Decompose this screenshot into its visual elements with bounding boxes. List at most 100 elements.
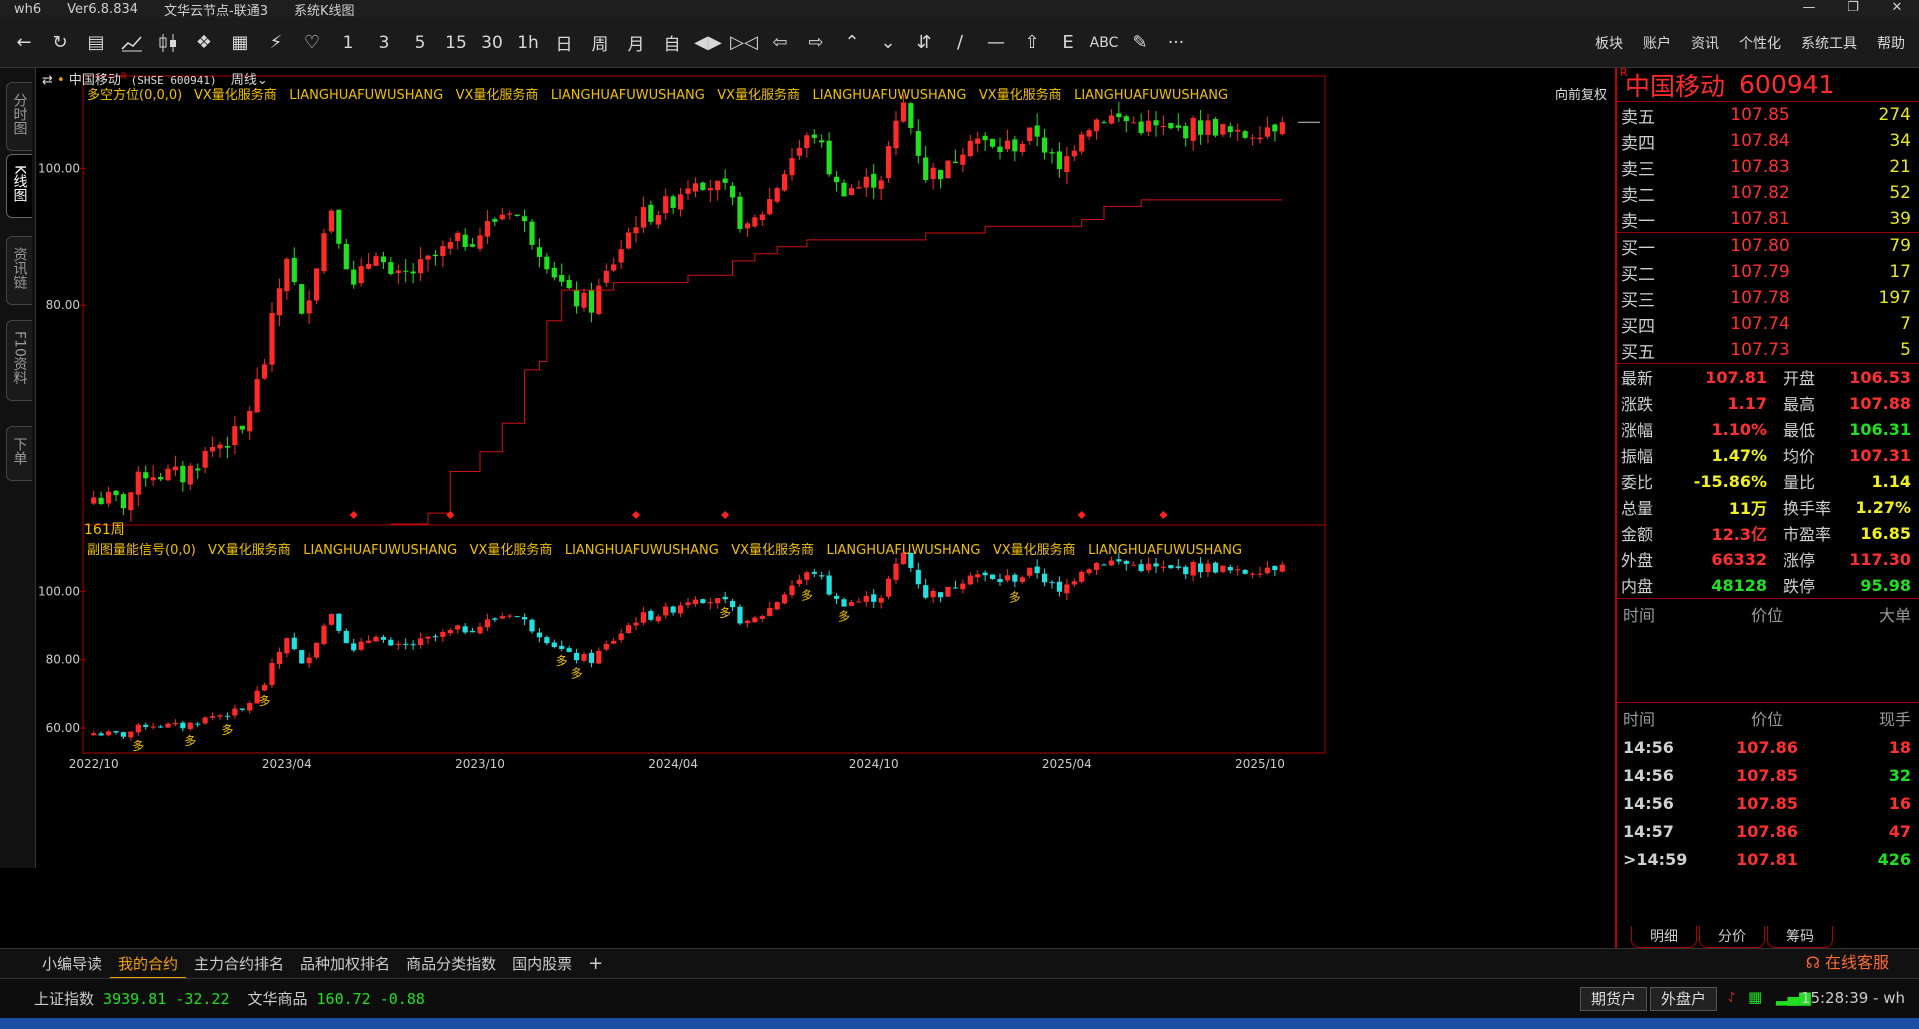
add-tab-button[interactable]: +: [580, 949, 611, 979]
candle-icon[interactable]: [150, 23, 186, 63]
period-month[interactable]: 月: [618, 23, 654, 63]
sub-indicator-name[interactable]: 副图量能信号(0,0): [87, 539, 196, 558]
menu-tools[interactable]: 系统工具: [1801, 33, 1857, 53]
draw-line-icon[interactable]: ∕: [942, 23, 978, 63]
period-day[interactable]: 日: [546, 23, 582, 63]
menu-news[interactable]: 资讯: [1691, 33, 1719, 53]
main-candle-body: [209, 446, 216, 452]
period-15[interactable]: 15: [438, 23, 474, 63]
up-arrows-icon[interactable]: ⌃: [834, 23, 870, 63]
indicator-icon[interactable]: ❖: [186, 23, 222, 63]
period-5[interactable]: 5: [402, 23, 438, 63]
main-watermark: VX量化服务商 LIANGHUAFUWUSHANG VX量化服务商 LIANGH…: [194, 88, 1229, 103]
sub-candle-body: [529, 619, 535, 632]
crosshair-icon[interactable]: ⇵: [906, 23, 942, 63]
main-candle-body: [514, 214, 520, 216]
period-1h[interactable]: 1h: [510, 23, 546, 63]
tab-main-ranking[interactable]: 主力合约排名: [186, 949, 292, 979]
abc-button[interactable]: ABC: [1086, 23, 1122, 63]
tab-order[interactable]: 下单: [6, 426, 32, 481]
zoom-in-icon[interactable]: ◀▶: [690, 23, 726, 63]
f10-icon[interactable]: ▦: [222, 23, 258, 63]
main-candle-body: [960, 154, 966, 165]
ask-row-3[interactable]: 卖三 107.83 21: [1617, 154, 1919, 180]
lightning-icon[interactable]: ⚡: [258, 23, 294, 63]
sub-candle-body: [1086, 569, 1092, 574]
list-icon[interactable]: ▤: [78, 23, 114, 63]
tab-my-contracts[interactable]: 我的合约: [110, 949, 187, 979]
kline-chart[interactable]: 100.00 80.00 100.00 80.00 60.00 2022/10 2023/0…: [36, 68, 1615, 948]
menu-account[interactable]: 账户: [1643, 33, 1671, 53]
index-ticker-1[interactable]: 上证指数 3939.81 -32.22: [34, 988, 229, 1009]
bid-row-1[interactable]: 买一 107.80 79: [1617, 233, 1919, 259]
tick-row[interactable]: 14:56 107.85 32: [1617, 761, 1919, 789]
index-ticker-2[interactable]: 文华商品 160.72 -0.88: [247, 988, 424, 1009]
sub-candle-body: [767, 608, 773, 616]
tab-price-split[interactable]: 分价: [1699, 926, 1765, 948]
futures-account-button[interactable]: 期货户: [1580, 987, 1648, 1011]
period-1[interactable]: 1: [330, 23, 366, 63]
tick-row[interactable]: >14:59 107.81 426: [1617, 845, 1919, 873]
main-candle-body: [781, 174, 788, 191]
sub-candle-body: [722, 596, 728, 600]
tick-t: >14:59: [1623, 849, 1688, 869]
tab-kline[interactable]: K线图: [6, 154, 32, 219]
refresh-icon[interactable]: ↻: [42, 23, 78, 63]
menu-sector[interactable]: 板块: [1595, 33, 1623, 53]
bid-row-3[interactable]: 买三 107.78 197: [1617, 285, 1919, 311]
ask-row-1[interactable]: 卖一 107.81 39: [1617, 206, 1919, 232]
swap-icon[interactable]: ⇄: [42, 73, 53, 88]
overseas-account-button[interactable]: 外盘户: [1650, 987, 1718, 1011]
bell-icon[interactable]: ♡: [294, 23, 330, 63]
tab-f10[interactable]: F10资料: [6, 320, 32, 401]
period-week[interactable]: 周: [582, 23, 618, 63]
tab-chips[interactable]: 筹码: [1767, 926, 1833, 948]
bid-row-1-label: 买一: [1621, 238, 1655, 259]
menu-help[interactable]: 帮助: [1877, 33, 1905, 53]
eraser-icon[interactable]: ✎: [1122, 23, 1158, 63]
restore-button[interactable]: ❐: [1831, 0, 1875, 18]
tick-row[interactable]: 14:56 107.85 16: [1617, 789, 1919, 817]
more-button[interactable]: ···: [1158, 23, 1194, 63]
tick-row[interactable]: 14:56 107.86 18: [1617, 733, 1919, 761]
adjust-mode[interactable]: 向前复权: [1555, 84, 1607, 103]
bid-row-4[interactable]: 买四 107.74 7: [1617, 311, 1919, 337]
menu-personalize[interactable]: 个性化: [1739, 33, 1781, 53]
hline-icon[interactable]: —: [978, 23, 1014, 63]
sub-candle-body: [663, 606, 669, 616]
support-link[interactable]: ☊ 在线客服: [1806, 948, 1889, 978]
sub-candle-body: [157, 726, 164, 728]
main-candle-body: [1212, 118, 1219, 136]
back-icon[interactable]: ←: [6, 23, 42, 63]
ask-row-4[interactable]: 卖四 107.84 34: [1617, 128, 1919, 154]
home-icon[interactable]: ⇧: [1014, 23, 1050, 63]
bid-row-5[interactable]: 买五 107.73 5: [1617, 337, 1919, 363]
down-arrows-icon[interactable]: ⌄: [870, 23, 906, 63]
e-icon[interactable]: E: [1050, 23, 1086, 63]
minimize-button[interactable]: —: [1787, 0, 1831, 18]
period-30[interactable]: 30: [474, 23, 510, 63]
line-chart-icon[interactable]: [114, 23, 150, 63]
left-arrow-icon[interactable]: ⇦: [762, 23, 798, 63]
period-3[interactable]: 3: [366, 23, 402, 63]
tab-timeshare[interactable]: 分时图: [6, 82, 32, 151]
tab-weighted-ranking[interactable]: 品种加权排名: [292, 949, 398, 979]
tab-detail[interactable]: 明细: [1631, 926, 1697, 948]
tab-domestic-stocks[interactable]: 国内股票: [504, 949, 580, 979]
period-custom[interactable]: 自: [654, 23, 690, 63]
bid-row-2[interactable]: 买二 107.79 17: [1617, 259, 1919, 285]
stat-k: 内盘: [1621, 577, 1654, 596]
tick-row[interactable]: 14:57 107.86 47: [1617, 817, 1919, 845]
quote-panel: R 中国移动 600941 卖五 107.85 274 卖四 107.84 34 卖三 107…: [1615, 66, 1919, 948]
close-button[interactable]: ✕: [1875, 0, 1919, 18]
right-arrow-icon[interactable]: ⇨: [798, 23, 834, 63]
zoom-out-icon[interactable]: ▷◁: [726, 23, 762, 63]
tab-commodity-index[interactable]: 商品分类指数: [398, 949, 504, 979]
ask-row-2[interactable]: 卖二 107.82 52: [1617, 180, 1919, 206]
ask-row-5[interactable]: 卖五 107.85 274: [1617, 102, 1919, 128]
tick-p: 107.81: [1736, 849, 1798, 869]
tab-editor-guide[interactable]: 小编导读: [34, 949, 110, 979]
kline-chart-svg[interactable]: 100.00 80.00 100.00 80.00 60.00 2022/10 2023/0…: [36, 68, 1615, 948]
tab-news-chain[interactable]: 资讯链: [6, 236, 32, 305]
main-indicator-name[interactable]: 多空方位(0,0,0): [87, 84, 182, 103]
